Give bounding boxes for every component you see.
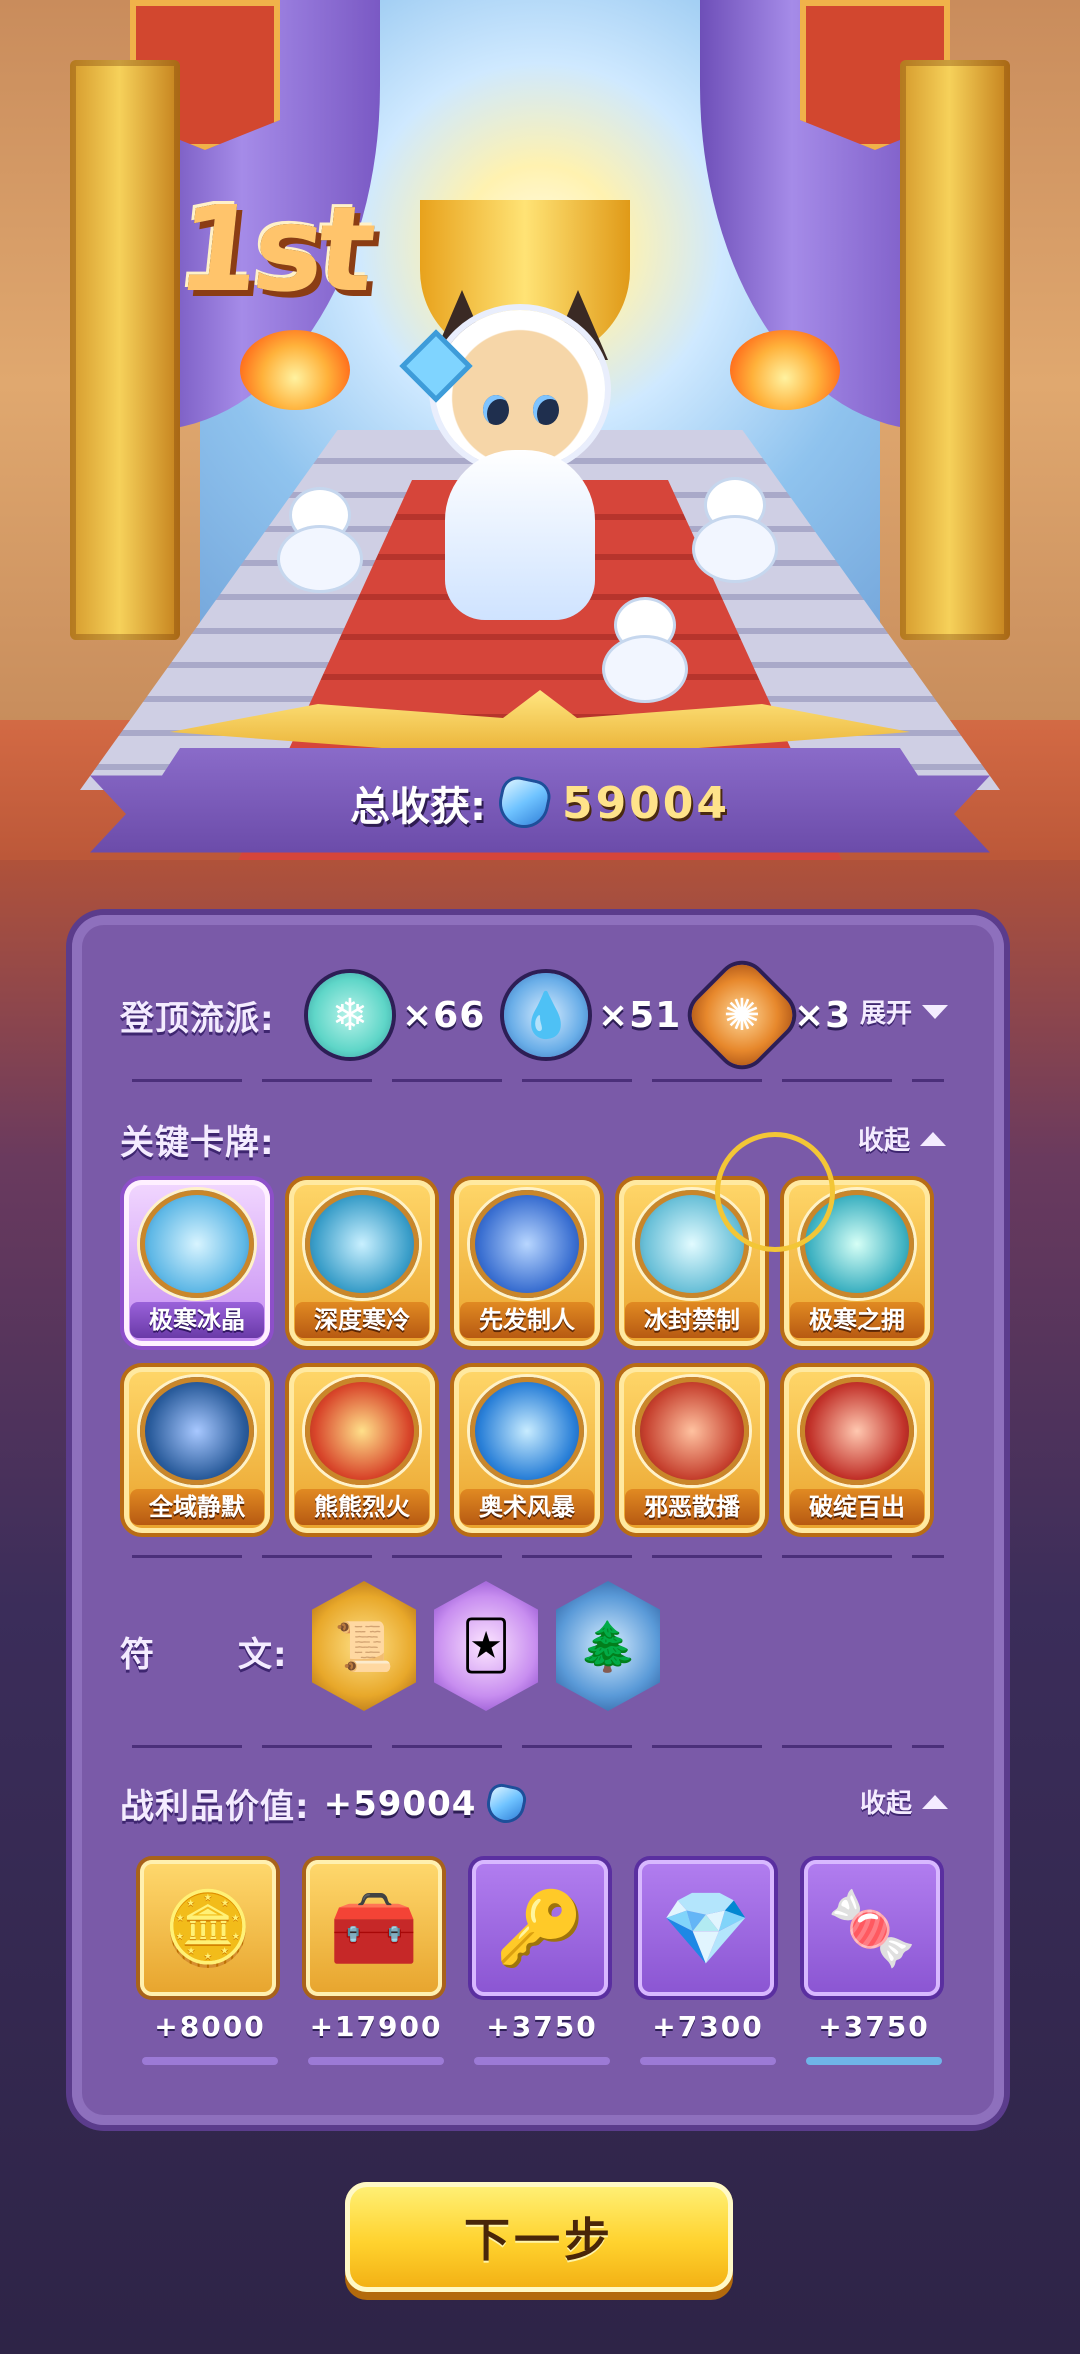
- cat-candy-icon: 🍬: [804, 1860, 940, 1996]
- chevron-up-icon: [920, 1131, 947, 1146]
- selection-ring-icon: [715, 1132, 835, 1252]
- loot-value: +17900: [309, 2010, 443, 2043]
- storm-card-art-icon: [470, 1377, 584, 1485]
- cat-eye-left: [483, 395, 509, 425]
- loot-value: +3750: [818, 2010, 930, 2043]
- blue-gem-icon: [497, 776, 551, 830]
- loot-item-key[interactable]: 🔑 +3750: [472, 1860, 612, 2065]
- collapse-loot-toggle[interactable]: 收起: [860, 1783, 949, 1820]
- demon-card-art-icon: [635, 1377, 749, 1485]
- clover-coin-icon: 🪙: [140, 1860, 276, 1996]
- expand-label: 展开: [860, 999, 913, 1029]
- card-raging-fire[interactable]: 熊熊烈火: [289, 1367, 435, 1533]
- school-item-water: 💧 ×51: [504, 973, 681, 1057]
- results-panel: 登顶流派: ❄ ×66 💧 ×51 ✺ ×3 展开 关键卡牌: 收起 极寒冰晶 …: [72, 915, 1004, 2125]
- loot-item-underline: [308, 2057, 444, 2065]
- card-global-silence[interactable]: 全域静默: [124, 1367, 270, 1533]
- cat-robe: [445, 450, 595, 620]
- card-ice-crystal[interactable]: 极寒冰晶: [124, 1180, 270, 1346]
- school-count: ×51: [598, 994, 682, 1036]
- card-evil-spread[interactable]: 邪恶散播: [619, 1367, 765, 1533]
- divider: [132, 1079, 944, 1082]
- loot-value: +8000: [154, 2010, 266, 2043]
- thermometer-card-art-icon: [305, 1190, 419, 1298]
- blue-gem-icon: 💎: [638, 1860, 774, 1996]
- torch-flame-right: [730, 330, 840, 410]
- loot-value-label: 战利品价值:: [120, 1787, 310, 1827]
- snowman-left: [280, 490, 360, 590]
- expand-schools-toggle[interactable]: 展开: [860, 993, 949, 1030]
- card-name: 极寒之拥: [790, 1302, 924, 1338]
- loot-item-case[interactable]: 🧰 +17900: [306, 1860, 446, 2065]
- card-name: 破绽百出: [790, 1489, 924, 1525]
- total-harvest-banner: 总收获: 59004: [90, 748, 990, 853]
- golden-pillar-left: [70, 60, 180, 640]
- card-name: 深度寒冷: [295, 1302, 429, 1338]
- card-full-of-flaws[interactable]: 破绽百出: [784, 1367, 930, 1533]
- loot-item-coin[interactable]: 🪙 +8000: [140, 1860, 280, 2065]
- ice-bear-card-art-icon: [470, 1190, 584, 1298]
- card-name: 奥术风暴: [460, 1489, 594, 1525]
- loot-value: +7300: [652, 2010, 764, 2043]
- cat-eye-right: [533, 395, 559, 425]
- loot-item-candy[interactable]: 🍬 +3750: [804, 1860, 944, 2065]
- card-name: 熊熊烈火: [295, 1489, 429, 1525]
- loot-value: +3750: [486, 2010, 598, 2043]
- card-arcane-storm[interactable]: 奥术风暴: [454, 1367, 600, 1533]
- scroll-rune-icon[interactable]: 📜: [312, 1581, 416, 1711]
- golden-pillar-right: [900, 60, 1010, 640]
- divider: [132, 1555, 944, 1558]
- loot-item-gem[interactable]: 💎 +7300: [638, 1860, 778, 2065]
- school-count: ×66: [402, 994, 486, 1036]
- school-item-fire: ✺ ×3: [682, 955, 852, 1075]
- chevron-down-icon: [922, 1004, 949, 1019]
- snowflake-icon: ❄: [308, 973, 392, 1057]
- collapse-cards-toggle[interactable]: 收起: [858, 1120, 947, 1157]
- snowman-right: [695, 480, 775, 580]
- fire-card-art-icon: [305, 1377, 419, 1485]
- ice-crystal-card-art-icon: [140, 1190, 254, 1298]
- rank-label: 1st: [170, 180, 377, 318]
- card-deep-cold[interactable]: 深度寒冷: [289, 1180, 435, 1346]
- key-cards-label: 关键卡牌:: [120, 1123, 275, 1163]
- card-name: 冰封禁制: [625, 1302, 759, 1338]
- water-drop-icon: 💧: [504, 973, 588, 1057]
- silver-key-icon: 🔑: [472, 1860, 608, 1996]
- runes-label-a: 符: [120, 1635, 155, 1675]
- loot-item-underline: [640, 2057, 776, 2065]
- frost-tree-rune-icon[interactable]: 🌲: [556, 1581, 660, 1711]
- fire-swirl-icon: ✺: [682, 955, 802, 1075]
- collapse-label: 收起: [858, 1126, 911, 1156]
- loot-item-underline: [474, 2057, 610, 2065]
- snow-card-rune-icon[interactable]: 🃏: [434, 1581, 538, 1711]
- silence-card-art-icon: [140, 1377, 254, 1485]
- total-harvest-value: 59004: [561, 777, 731, 829]
- card-preemptive[interactable]: 先发制人: [454, 1180, 600, 1346]
- next-step-label: 下一步: [464, 2214, 614, 2266]
- chevron-up-icon: [922, 1794, 949, 1809]
- school-item-frost: ❄ ×66: [308, 973, 485, 1057]
- card-name: 先发制人: [460, 1302, 594, 1338]
- loot-value-total: +59004: [323, 1783, 477, 1824]
- blue-gem-icon: [487, 1784, 526, 1823]
- schools-label: 登顶流派:: [120, 999, 275, 1039]
- divider: [132, 1745, 944, 1748]
- card-name: 全域静默: [130, 1489, 264, 1525]
- torch-flame-left: [240, 330, 350, 410]
- card-name: 邪恶散播: [625, 1489, 759, 1525]
- card-name: 极寒冰晶: [130, 1302, 264, 1338]
- evil-eye-card-art-icon: [800, 1377, 914, 1485]
- collapse-label: 收起: [860, 1789, 913, 1819]
- treasure-case-icon: 🧰: [306, 1860, 442, 1996]
- total-harvest-label: 总收获:: [349, 784, 486, 830]
- school-count: ×3: [794, 994, 852, 1036]
- next-step-button[interactable]: 下一步: [345, 2182, 733, 2292]
- loot-value-row: 战利品价值: +59004: [120, 1779, 526, 1828]
- runes-label-b: 文:: [238, 1635, 288, 1675]
- loot-item-underline: [806, 2057, 942, 2065]
- loot-item-underline: [142, 2057, 278, 2065]
- cat-head: [435, 310, 605, 470]
- runes-list: 📜 🃏 🌲: [312, 1581, 712, 1711]
